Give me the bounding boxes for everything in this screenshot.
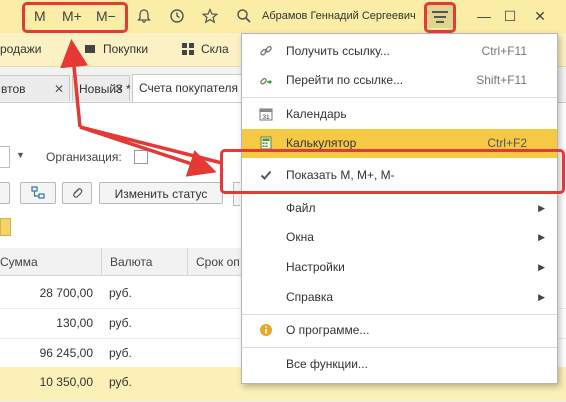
annotation-arrow-up [60,39,88,128]
annotation-arrow-right [79,125,217,177]
annotation-arrows [60,39,223,177]
